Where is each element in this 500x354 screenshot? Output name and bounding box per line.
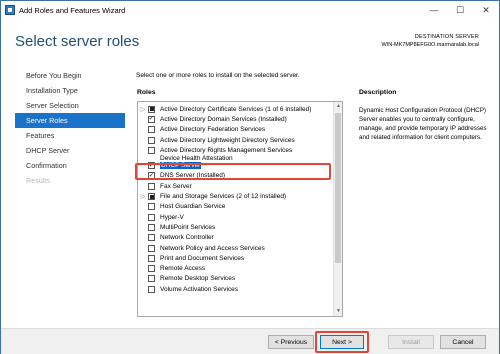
expand-chevron-icon[interactable]: ▷: [138, 106, 148, 113]
scroll-down-arrow-icon[interactable]: ▼: [334, 307, 342, 316]
page-title: Select server roles: [15, 33, 140, 50]
nav-item-dhcp-server[interactable]: DHCP Server: [15, 143, 125, 158]
role-row[interactable]: Active Directory Rights Management Servi…: [138, 145, 334, 155]
nav-item-server-roles[interactable]: Server Roles: [15, 113, 125, 128]
role-checkbox[interactable]: [148, 254, 155, 262]
role-row[interactable]: Hyper-V: [138, 212, 334, 222]
roles-list: ▷ Active Directory Certificate Services (…: [138, 104, 334, 294]
nav-item-results: Results: [26, 176, 50, 185]
role-row[interactable]: MultiPoint Services: [138, 222, 334, 232]
next-highlight-box: [315, 331, 369, 353]
maximize-button[interactable]: ☐: [447, 1, 473, 19]
role-checkbox[interactable]: [148, 275, 155, 283]
roles-tree[interactable]: ▷ Active Directory Certificate Services (…: [137, 101, 343, 317]
scroll-thumb[interactable]: [335, 113, 341, 263]
role-label: Active Directory Certificate Services (1…: [160, 105, 312, 113]
role-checkbox[interactable]: [148, 115, 155, 123]
role-checkbox[interactable]: [148, 193, 155, 201]
role-row[interactable]: ▷ Active Directory Certificate Services (…: [138, 104, 334, 114]
role-label: Host Guardian Service: [160, 203, 226, 211]
role-label: Device Health Attestation: [160, 155, 233, 161]
role-checkbox[interactable]: [148, 126, 155, 134]
role-label: Remote Access: [160, 265, 206, 273]
role-checkbox[interactable]: [148, 244, 155, 252]
wizard-window: Add Roles and Features Wizard — ☐ ✕ Sele…: [0, 0, 500, 354]
role-checkbox[interactable]: [148, 203, 155, 211]
role-checkbox[interactable]: [148, 182, 155, 190]
close-button[interactable]: ✕: [473, 1, 499, 19]
role-checkbox[interactable]: [148, 285, 155, 293]
role-row[interactable]: Fax Server: [138, 181, 334, 191]
role-label: Network Controller: [160, 234, 214, 242]
role-row[interactable]: ▷ File and Storage Services (2 of 12 inst…: [138, 191, 334, 201]
role-label: Active Directory Rights Management Servi…: [160, 146, 293, 154]
role-row[interactable]: Volume Activation Services: [138, 284, 334, 294]
nav-item-confirmation[interactable]: Confirmation: [15, 158, 125, 173]
description-text: Dynamic Host Configuration Protocol (DHC…: [359, 107, 487, 141]
role-checkbox[interactable]: [148, 136, 155, 144]
role-label: Fax Server: [160, 182, 192, 190]
roles-heading: Roles: [137, 89, 156, 96]
window-controls: — ☐ ✕: [421, 1, 499, 19]
role-label: MultiPoint Services: [160, 223, 216, 231]
role-label: Network Policy and Access Services: [160, 244, 265, 252]
server-manager-icon: [5, 5, 15, 15]
role-label: File and Storage Services (2 of 12 insta…: [160, 193, 287, 201]
window-title: Add Roles and Features Wizard: [19, 5, 126, 15]
role-label: Active Directory Federation Services: [160, 126, 266, 134]
role-checkbox[interactable]: [148, 234, 155, 242]
previous-button[interactable]: < Previous: [268, 335, 314, 349]
role-row[interactable]: Active Directory Domain Services (Instal…: [138, 114, 334, 124]
wizard-header: Select server roles DESTINATION SERVER W…: [1, 19, 499, 61]
role-label: Active Directory Lightweight Directory S…: [160, 136, 295, 144]
role-label: Hyper-V: [160, 213, 184, 221]
destination-server-value: WIN-MK7MP8EFG0O.marmaralab.local: [381, 42, 480, 48]
role-checkbox[interactable]: [148, 213, 155, 221]
scroll-up-arrow-icon[interactable]: ▲: [334, 102, 342, 111]
role-row[interactable]: Remote Access: [138, 263, 334, 273]
install-button[interactable]: Install: [388, 335, 434, 349]
role-checkbox[interactable]: [148, 105, 155, 113]
nav-item-before-you-begin[interactable]: Before You Begin: [15, 68, 125, 83]
role-row[interactable]: Network Policy and Access Services: [138, 243, 334, 253]
minimize-button[interactable]: —: [421, 1, 447, 19]
instruction-text: Select one or more roles to install on t…: [136, 72, 300, 79]
role-checkbox[interactable]: [148, 146, 155, 154]
dhcp-highlight-box: [135, 163, 331, 180]
role-row[interactable]: Print and Document Services: [138, 253, 334, 263]
description-heading: Description: [359, 89, 397, 96]
nav-item-features[interactable]: Features: [15, 128, 125, 143]
roles-scrollbar[interactable]: ▲ ▼: [333, 102, 342, 316]
role-row[interactable]: Remote Desktop Services: [138, 274, 334, 284]
role-label: Active Directory Domain Services (Instal…: [160, 115, 287, 123]
title-bar: Add Roles and Features Wizard — ☐ ✕: [1, 1, 499, 19]
role-row[interactable]: Network Controller: [138, 233, 334, 243]
role-label: Remote Desktop Services: [160, 275, 236, 283]
role-label: Print and Document Services: [160, 254, 245, 262]
role-checkbox[interactable]: [148, 223, 155, 231]
role-row[interactable]: Active Directory Lightweight Directory S…: [138, 135, 334, 145]
destination-server-label: DESTINATION SERVER: [414, 34, 479, 40]
nav-item-server-selection[interactable]: Server Selection: [15, 98, 125, 113]
wizard-steps-nav: Before You Begin Installation Type Server …: [15, 68, 125, 188]
role-checkbox[interactable]: [148, 265, 155, 273]
role-row[interactable]: Host Guardian Service: [138, 202, 334, 212]
cancel-button[interactable]: Cancel: [440, 335, 486, 349]
expand-chevron-icon[interactable]: ▷: [138, 193, 148, 200]
nav-item-installation-type[interactable]: Installation Type: [15, 83, 125, 98]
role-row[interactable]: Active Directory Federation Services: [138, 125, 334, 135]
role-label: Volume Activation Services: [160, 285, 239, 293]
